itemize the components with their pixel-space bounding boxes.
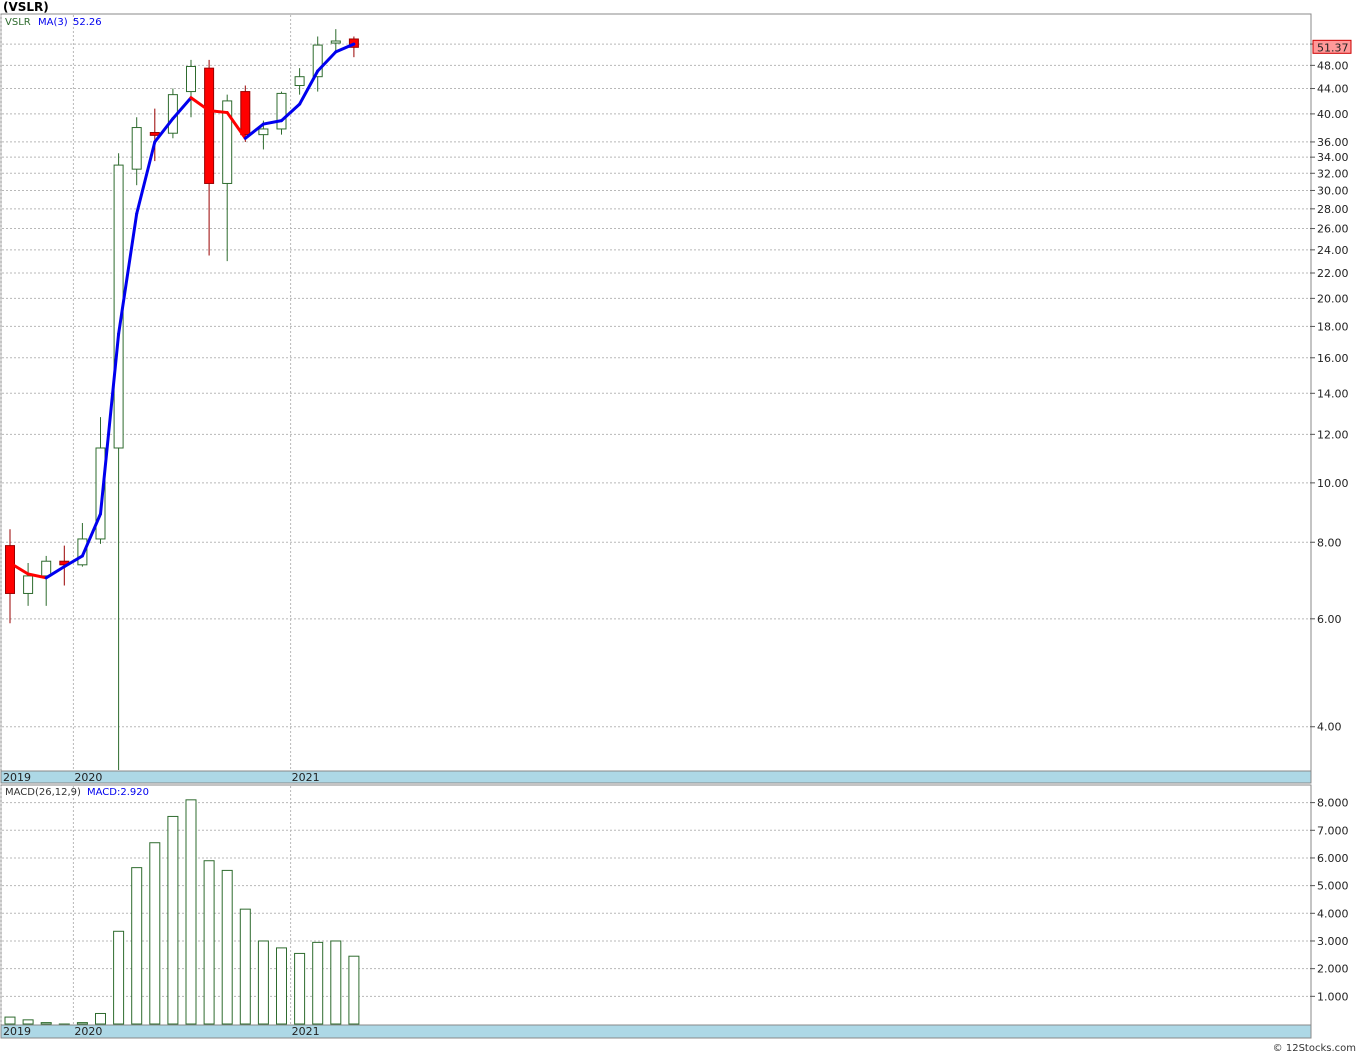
macd-bar <box>131 867 143 1025</box>
price-y-tick-label: 26.00 <box>1317 223 1349 236</box>
price-x-tick-label: 2019 <box>3 771 31 784</box>
price-y-tick-label: 24.00 <box>1317 244 1349 257</box>
macd-y-tick-label: 4.000 <box>1317 907 1349 920</box>
price-y-axis: 4.00 6.00 8.00 10.00 12.00 14.00 16.00 18.00 20.… <box>1310 38 1349 734</box>
price-y-tick-label: 40.00 <box>1317 108 1349 121</box>
macd-y-tick-label: 3.000 <box>1317 935 1349 948</box>
candle-body <box>294 76 305 87</box>
macd-bar <box>221 869 233 1025</box>
macd-panel-frame <box>0 784 1312 1026</box>
price-x-tick-label: 2021 <box>292 771 320 784</box>
price-y-tick-label: 44.00 <box>1317 83 1349 96</box>
macd-bar <box>203 860 215 1025</box>
macd-bar <box>22 1019 34 1025</box>
candle-body <box>5 545 15 594</box>
macd-bar <box>239 908 251 1025</box>
price-x-axis-band <box>0 770 1312 784</box>
macd-x-tick-label: 2021 <box>292 1025 320 1038</box>
macd-bar <box>185 799 197 1025</box>
macd-bar <box>95 1012 106 1025</box>
price-x-tick-label: 2020 <box>74 771 102 784</box>
ma-segment <box>207 109 229 115</box>
macd-bar <box>294 952 306 1025</box>
macd-bar <box>330 940 342 1025</box>
macd-bar <box>257 940 269 1025</box>
candle-body <box>149 131 160 136</box>
macd-bar <box>167 815 179 1025</box>
macd-bar <box>348 955 360 1025</box>
candle-body <box>23 575 34 594</box>
price-y-tick-label: 16.00 <box>1317 352 1349 365</box>
price-y-tick-label: 14.00 <box>1317 387 1349 400</box>
candle-body <box>204 67 215 184</box>
site-credit: © 12Stocks.com <box>1272 1043 1356 1054</box>
candle-body <box>330 40 341 44</box>
price-symbol-label: VSLR <box>5 17 31 28</box>
macd-x-axis-band <box>0 1024 1312 1039</box>
macd-y-tick-label: 2.000 <box>1317 963 1349 976</box>
price-y-tick-label: 30.00 <box>1317 184 1349 197</box>
macd-bar <box>4 1016 16 1025</box>
ma-legend-label: MA(3) <box>38 17 68 28</box>
chart-canvas: 4.00 6.00 8.00 10.00 12.00 14.00 16.00 18.00 20.… <box>0 13 1352 1039</box>
price-y-tick-label: 34.00 <box>1317 151 1349 164</box>
price-y-tick-label: 8.00 <box>1317 536 1342 549</box>
macd-bar <box>40 1022 52 1025</box>
ma-legend-value: 52.26 <box>73 17 102 28</box>
macd-y-tick-label: 6.000 <box>1317 852 1349 865</box>
macd-legend-value: MACD:2.920 <box>87 787 149 798</box>
candle-body <box>186 65 196 93</box>
macd-x-tick-label: 2020 <box>74 1025 102 1038</box>
macd-y-axis: 1.000 2.000 3.000 4.000 5.000 6.000 7.000 8.000 <box>1310 797 1349 1003</box>
price-y-tick-label: 32.00 <box>1317 167 1349 180</box>
price-y-tick-label: 12.00 <box>1317 428 1349 441</box>
price-y-tick-label: 6.00 <box>1317 613 1342 626</box>
price-y-tick-label: 36.00 <box>1317 136 1349 149</box>
macd-bar <box>113 930 125 1025</box>
price-panel-frame <box>0 13 1312 772</box>
macd-y-tick-label: 8.000 <box>1317 797 1349 810</box>
macd-bar <box>149 842 161 1025</box>
price-y-tick-label: 18.00 <box>1317 320 1349 333</box>
price-y-tick-label: 20.00 <box>1317 292 1349 305</box>
price-y-tick-label: 10.00 <box>1317 477 1349 490</box>
macd-bar <box>58 1023 70 1025</box>
macd-y-tick-label: 7.000 <box>1317 824 1349 837</box>
macd-bar <box>76 1022 88 1025</box>
price-y-tick-label: 28.00 <box>1317 203 1349 216</box>
macd-y-tick-label: 1.000 <box>1317 990 1349 1003</box>
candle-body <box>131 127 142 170</box>
macd-y-tick-label: 5.000 <box>1317 880 1349 893</box>
macd-bar <box>276 947 287 1025</box>
candle-body <box>240 91 251 136</box>
candle-body <box>258 128 269 136</box>
price-y-tick-label: 4.00 <box>1317 721 1342 734</box>
macd-x-tick-label: 2019 <box>3 1025 31 1038</box>
price-y-tick-label: 48.00 <box>1317 59 1349 72</box>
macd-bar <box>312 941 324 1025</box>
candle-body <box>41 560 52 577</box>
price-y-tick-label: 22.00 <box>1317 267 1349 280</box>
candle-body <box>276 92 287 130</box>
last-price-value: 51.37 <box>1317 41 1349 54</box>
macd-legend-label: MACD(26,12,9) <box>5 787 81 798</box>
